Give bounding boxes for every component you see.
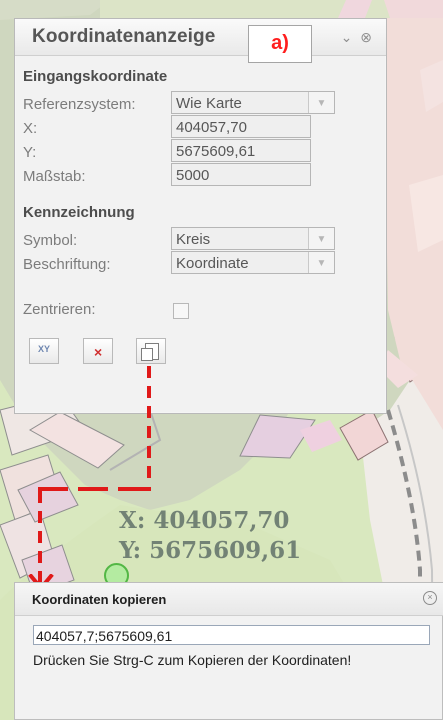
annotation-line-vertical-9 <box>38 531 42 543</box>
map-coordinate-y: Y: 5675609,61 <box>119 537 302 564</box>
marking-section: Kennzeichnung <box>23 204 135 221</box>
annotation-line-vertical-6 <box>147 466 151 478</box>
x-coordinate-field[interactable]: 404057,70 <box>171 115 311 138</box>
x-label: X: <box>23 120 38 137</box>
caption-value: Koordinate <box>176 255 249 272</box>
caption-select[interactable]: Koordinate ▼ <box>171 251 335 274</box>
annotation-line-vertical-3 <box>147 406 151 418</box>
copied-coordinates-field[interactable]: 404057,7;5675609,61 <box>33 625 430 645</box>
xy-icon: XY <box>38 344 51 354</box>
chevron-down-icon: ▼ <box>308 228 334 249</box>
annotation-line-horizontal-2 <box>78 487 108 491</box>
annotation-badge: a) <box>248 25 312 63</box>
annotation-line-vertical-5 <box>147 446 151 458</box>
coordinate-panel: Koordinatenanzeige ⌄ ⊗ Eingangskoordinat… <box>14 18 387 414</box>
reference-system-value: Wie Karte <box>176 95 242 112</box>
annotation-line-horizontal-3 <box>38 487 68 491</box>
clear-button[interactable]: × <box>83 338 113 364</box>
chevron-down-icon: ▼ <box>308 252 334 273</box>
center-label: Zentrieren: <box>23 301 96 318</box>
y-coordinate-field[interactable]: 5675609,61 <box>171 139 311 162</box>
center-checkbox[interactable] <box>173 303 189 319</box>
scale-field[interactable]: 5000 <box>171 163 311 186</box>
annotation-line-horizontal-1 <box>118 487 151 491</box>
map-coordinate-x: X: 404057,70 <box>119 507 290 534</box>
copy-icon <box>141 343 159 361</box>
copy-coordinates-dialog-title: Koordinaten kopieren <box>32 592 167 607</box>
coordinate-panel-tools: ⌄ ⊗ <box>341 29 372 46</box>
symbol-value: Kreis <box>176 231 211 248</box>
close-icon[interactable]: × <box>423 591 437 605</box>
copy-coordinates-dialog: Koordinaten kopieren × 404057,7;5675609,… <box>14 582 443 720</box>
annotation-line-vertical-1 <box>147 366 151 378</box>
annotation-line-vertical-8 <box>38 511 42 523</box>
annotation-line-vertical-7 <box>38 491 42 503</box>
input-coordinate-section: Eingangskoordinate <box>23 68 168 85</box>
y-label: Y: <box>23 144 37 161</box>
coordinate-panel-header[interactable]: Koordinatenanzeige ⌄ ⊗ <box>15 19 386 56</box>
close-icon[interactable]: ⊗ <box>360 29 372 45</box>
transform-coordinate-button[interactable]: XY <box>29 338 59 364</box>
reference-system-label: Referenzsystem: <box>23 96 136 113</box>
reference-system-select[interactable]: Wie Karte ▼ <box>171 91 335 114</box>
caption-label: Beschriftung: <box>23 256 111 273</box>
copy-instruction-text: Drücken Sie Strg-C zum Kopieren der Koor… <box>33 652 352 668</box>
copy-coordinates-button[interactable] <box>136 338 166 364</box>
annotation-line-vertical-4 <box>147 426 151 438</box>
close-icon: × <box>94 344 103 360</box>
coordinate-panel-title: Koordinatenanzeige <box>32 26 216 47</box>
symbol-select[interactable]: Kreis ▼ <box>171 227 335 250</box>
collapse-icon[interactable]: ⌄ <box>341 29 353 45</box>
symbol-label: Symbol: <box>23 232 78 249</box>
annotation-line-vertical-10 <box>38 551 42 563</box>
annotation-line-vertical-2 <box>147 386 151 398</box>
copy-coordinates-dialog-header[interactable]: Koordinaten kopieren × <box>15 583 443 616</box>
chevron-down-icon: ▼ <box>308 92 334 113</box>
scale-label: Maßstab: <box>23 168 86 185</box>
